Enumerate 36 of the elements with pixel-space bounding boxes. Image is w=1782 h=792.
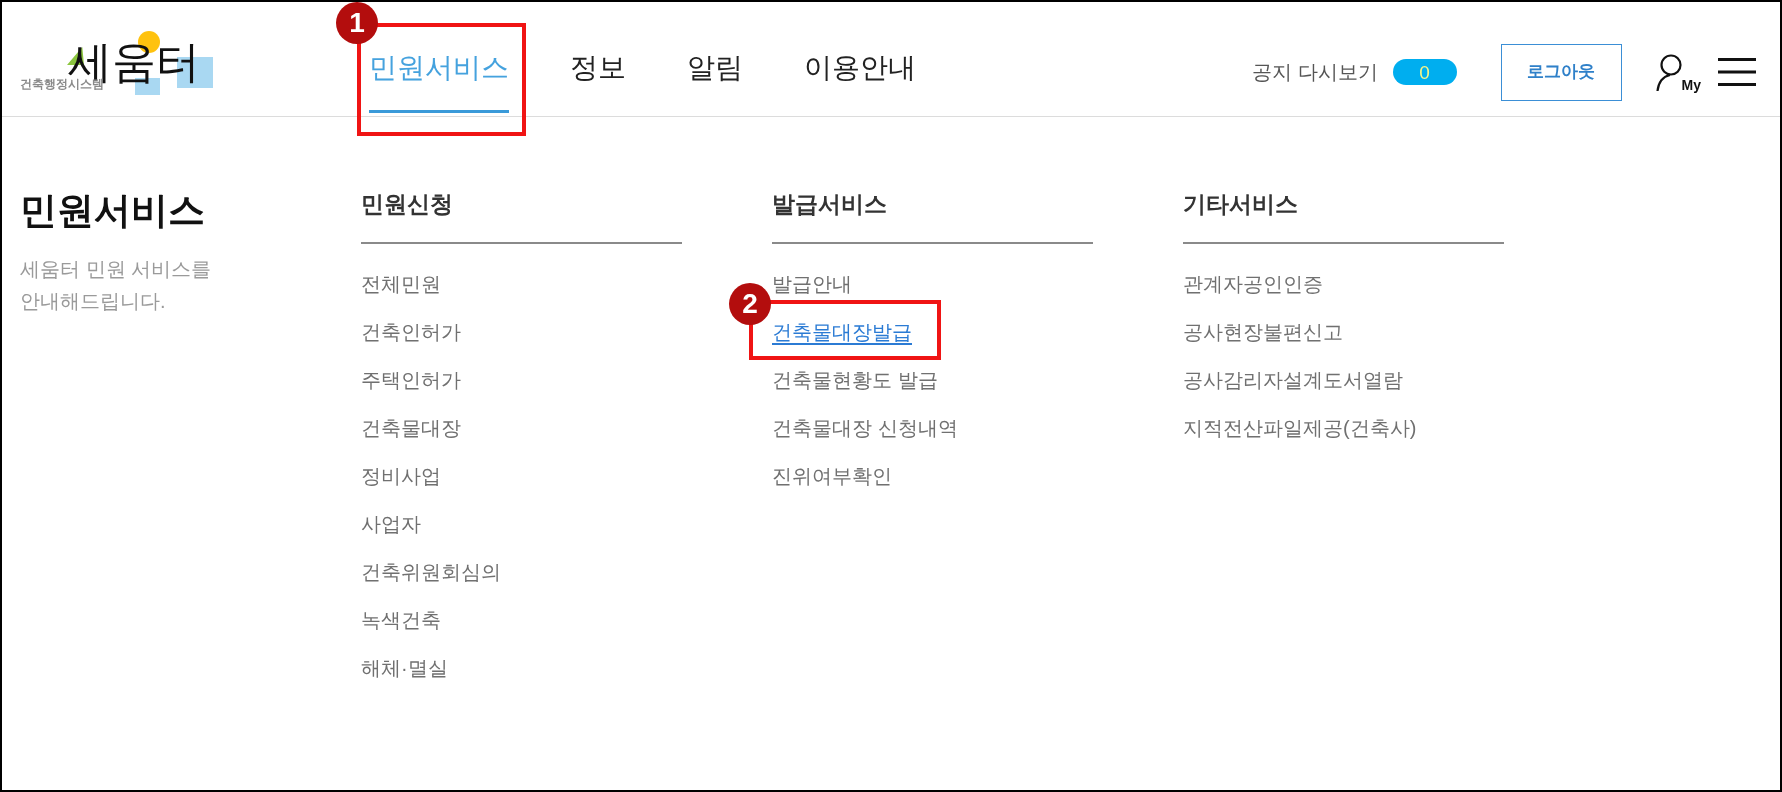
menu-link[interactable]: 건축인허가	[361, 318, 461, 346]
user-icon	[1655, 54, 1684, 92]
column-heading: 발급서비스	[772, 190, 888, 218]
column-heading: 기타서비스	[1183, 190, 1299, 218]
nav-tab[interactable]: 이용안내	[804, 2, 916, 113]
menu-link[interactable]: 정비사업	[361, 462, 441, 490]
menu-link[interactable]: 주택인허가	[361, 366, 461, 394]
notice-replay-button[interactable]: 공지 다시보기 0	[1252, 57, 1457, 87]
menu-link[interactable]: 해체·멸실	[361, 654, 448, 682]
menu-button[interactable]	[1718, 58, 1756, 86]
menu-link[interactable]: 공사현장불편신고	[1183, 318, 1343, 346]
menu-link[interactable]: 사업자	[361, 510, 421, 538]
menu-link[interactable]: 건축위원회심의	[361, 558, 501, 586]
section-description: 세움터 민원 서비스를 안내해드립니다.	[20, 257, 213, 314]
menu-link[interactable]: 건축물대장 신청내역	[772, 414, 958, 442]
my-page-button[interactable]: My	[1655, 52, 1701, 92]
menu-link[interactable]: 녹색건축	[361, 606, 441, 634]
menu-link[interactable]: 지적전산파일제공(건축사)	[1183, 414, 1417, 442]
menu-link[interactable]: 관계자공인인증	[1183, 270, 1323, 298]
section-title: 민원서비스	[20, 190, 206, 231]
menu-icon	[1718, 58, 1756, 86]
site-logo[interactable]: 세움터 건축행정시스템	[17, 30, 216, 96]
logout-button[interactable]: 로그아웃	[1500, 43, 1622, 101]
menu-link[interactable]: 건축물현황도 발급	[772, 366, 938, 394]
menu-link[interactable]: 발급안내	[772, 270, 852, 298]
menu-link[interactable]: 전체민원	[361, 270, 441, 298]
step-number-marker: 1	[336, 2, 378, 44]
step-number-marker: 2	[729, 283, 771, 325]
menu-link[interactable]: 건축물대장발급	[772, 318, 912, 346]
menu-link[interactable]: 진위여부확인	[772, 462, 892, 490]
menu-link[interactable]: 공사감리자설계도서열람	[1183, 366, 1403, 394]
count-badge: 0	[1392, 59, 1457, 85]
nav-tab[interactable]: 정보	[570, 2, 626, 113]
column-heading: 민원신청	[361, 190, 454, 218]
nav-tab[interactable]: 알림	[687, 2, 743, 113]
menu-link[interactable]: 건축물대장	[361, 414, 461, 442]
